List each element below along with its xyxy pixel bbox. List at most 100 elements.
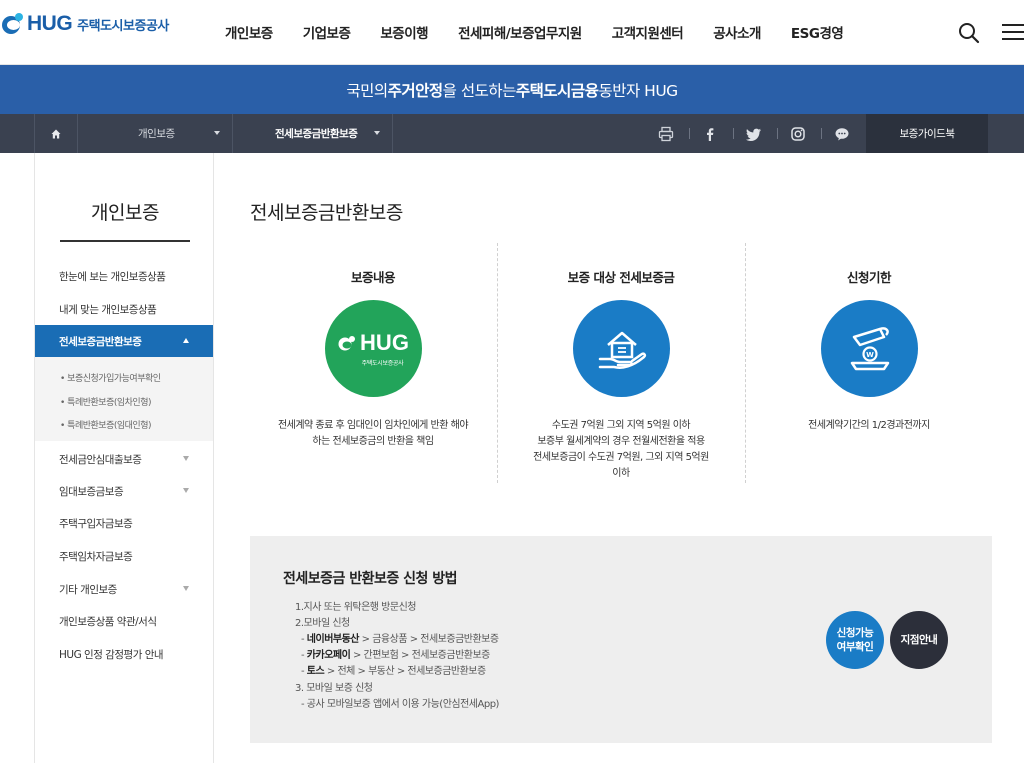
print-icon[interactable] [658,126,674,142]
breadcrumb-level2-dropdown[interactable]: 전세보증금반환보증 [233,114,393,153]
kakaotalk-icon[interactable] [834,126,850,142]
button-label-line: 신청가능 [836,627,874,639]
guarantee-guidebook-button[interactable]: 보증가이드북 [866,114,988,153]
sidebar-item-label: 전세금안심대출보증 [59,453,142,466]
nav-esg[interactable]: ESG경영 [791,22,844,42]
caret-down-icon [183,456,189,461]
sidebar-item-label: 주택임차자금보증 [59,550,133,563]
column-description-line: 수도권 7억원 그외 지역 5억원 이하 [551,420,691,431]
sidebar-item-jeonse-return[interactable]: 전세보증금반환보증 [35,325,213,357]
method-path: > 간편보험 > 전세보증금반환보증 [350,650,490,661]
slogan-banner: 국민의 주거안정 을 선도하는 주택도시금융 동반자 HUG [0,65,1024,114]
column-description-line: 하는 전세보증금의 반환을 책임 [312,436,434,447]
sidebar-item-jeonse-loan[interactable]: 전세금안심대출보증 [35,443,213,475]
naver-realestate-link[interactable]: 네이버부동산 [307,634,360,645]
breadcrumb-level1-label: 개인보증 [138,128,175,140]
column-description-line: 전세계약 종료 후 임대인이 임차인에게 반환 해야 [277,420,469,431]
method-path: > 금융상품 > 전세보증금반환보증 [359,634,499,645]
method-path: > 전체 > 부동산 > 전세보증금반환보증 [324,666,486,677]
branch-info-button[interactable]: 지점안내 [890,611,948,669]
sidebar-item-label: 개인보증상품 약관/서식 [59,615,157,628]
breadcrumb-level1-dropdown[interactable]: 개인보증 [78,114,233,153]
sidebar: 개인보증 한눈에 보는 개인보증상품 내게 맞는 개인보증상품 전세보증금반환보… [34,153,214,763]
sidebar-item-terms-forms[interactable]: 개인보증상품 약관/서식 [35,605,213,637]
nav-customer-center[interactable]: 고객지원센터 [612,22,684,42]
hug-logo-mark-icon [338,336,356,351]
method-step-3: 3. 모바일 보증 신청 [295,683,373,694]
info-column-target-deposit: 보증 대상 전세보증금 수도권 7억원 그외 지역 5억원 이하 보증부 월세계… [497,243,745,483]
sidebar-item-label: 주택구입자금보증 [59,517,133,530]
hug-logo-circle: HUG 주택도시보증공사 [325,300,422,397]
sidebar-item-other[interactable]: 기타 개인보증 [35,573,213,605]
method-toss: - 토스 > 전체 > 부동산 > 전세보증금반환보증 [301,662,486,677]
caret-down-icon [374,131,380,135]
sidebar-item-label: 내게 맞는 개인보증상품 [59,303,157,316]
nav-jeonse-damage-support[interactable]: 전세피해/보증업무지원 [458,22,582,42]
toss-link[interactable]: 토스 [307,666,325,677]
column-description-line: 전세계약기간의 1/2경과전까지 [808,420,930,431]
logo-text: HUG [27,12,73,35]
info-column-content: 보증내용 HUG 주택도시보증공사 전세계약 종료 후 임대인이 임차인에게 반… [249,243,497,483]
hug-logo[interactable]: HUG 주택도시보증공사 [2,12,169,36]
money-pouring-circle: W [821,300,918,397]
sidebar-item-label: 전세보증금반환보증 [59,335,142,348]
slogan-text: 동반자 HUG [598,81,678,100]
home-icon [51,129,61,138]
sidebar-title-divider [60,240,190,242]
house-in-hand-circle [573,300,670,397]
svg-text:W: W [866,351,874,359]
sidebar-item-rental-deposit[interactable]: 임대보증금보증 [35,475,213,507]
sidebar-item-purchase-fund[interactable]: 주택구입자금보증 [35,507,213,539]
sidebar-item-overview[interactable]: 한눈에 보는 개인보증상품 [35,260,213,292]
column-description-line: 보증부 월세계약의 경우 전월세전환율 적용 [537,436,705,447]
column-title: 보증 대상 전세보증금 [567,270,675,285]
nav-personal-guarantee[interactable]: 개인보증 [225,22,273,42]
nav-guarantee-fulfillment[interactable]: 보증이행 [380,22,428,42]
sidebar-item-recommend[interactable]: 내게 맞는 개인보증상품 [35,293,213,325]
method-step-1: 1.지사 또는 위탁은행 방문신청 [295,602,416,613]
sidebar-item-label: 임대보증금보증 [59,485,124,498]
method-step-2: 2.모바일 신청 [295,618,350,629]
site-header: HUG 주택도시보증공사 개인보증 기업보증 보증이행 전세피해/보증업무지원 … [0,0,1024,65]
main-nav: 개인보증 기업보증 보증이행 전세피해/보증업무지원 고객지원센터 공사소개 E… [225,22,873,42]
column-title: 신청기한 [846,270,892,285]
column-title: 보증내용 [350,270,396,285]
sidebar-item-appraisal[interactable]: HUG 인정 감정평가 안내 [35,638,213,670]
logo-subtitle: 주택도시보증공사 [77,18,169,34]
caret-down-icon [183,586,189,591]
info-column-deadline: 신청기한 W 전세계약기간의 1/2경과전까지 [745,243,993,483]
kakaopay-link[interactable]: 카카오페이 [307,650,351,661]
nav-corporate-guarantee[interactable]: 기업보증 [303,22,351,42]
search-icon[interactable] [958,22,980,44]
instagram-icon[interactable] [790,126,806,142]
button-label-line: 여부확인 [836,641,874,653]
method-naver: - 네이버부동산 > 금융상품 > 전세보증금반환보증 [301,630,499,645]
submenu-eligibility-check[interactable]: • 보증신청가입가능여부확인 [60,371,161,384]
hamburger-menu-icon[interactable] [1002,23,1024,41]
caret-down-icon [214,131,220,135]
circle-logo-text: HUG [360,330,409,355]
facebook-icon[interactable] [702,126,718,142]
home-button[interactable] [34,114,78,153]
eligibility-check-button[interactable]: 신청가능 여부확인 [826,611,884,669]
column-description-line: 전세보증금이 수도권 7억원, 그외 지역 5억원 [533,452,709,463]
sidebar-item-rent-fund[interactable]: 주택임차자금보증 [35,540,213,572]
submenu-special-landlord[interactable]: • 특례반환보증(임대인형) [60,418,152,431]
column-description-line: 이하 [612,468,630,479]
slogan-text: 국민의 [346,81,388,100]
submenu-special-tenant[interactable]: • 특례반환보증(임차인형) [60,395,152,408]
hug-logo-mark-icon [2,13,24,35]
sidebar-item-label: 기타 개인보증 [59,583,117,596]
twitter-icon[interactable] [746,126,762,142]
nav-about[interactable]: 공사소개 [713,22,761,42]
sidebar-item-label: HUG 인정 감정평가 안내 [59,648,164,661]
sidebar-title: 개인보증 [91,202,159,224]
caret-up-icon [183,338,189,343]
application-method-title: 전세보증금 반환보증 신청 방법 [283,571,458,587]
breadcrumb-level2-label: 전세보증금반환보증 [275,128,358,140]
caret-down-icon [183,488,189,493]
column-description: 수도권 7억원 그외 지역 5억원 이하 보증부 월세계약의 경우 전월세전환율… [497,418,745,482]
slogan-text: 을 선도하는 [442,81,517,100]
application-method-box: 전세보증금 반환보증 신청 방법 1.지사 또는 위탁은행 방문신청 2.모바일… [250,536,992,743]
house-in-hand-icon [598,331,646,369]
